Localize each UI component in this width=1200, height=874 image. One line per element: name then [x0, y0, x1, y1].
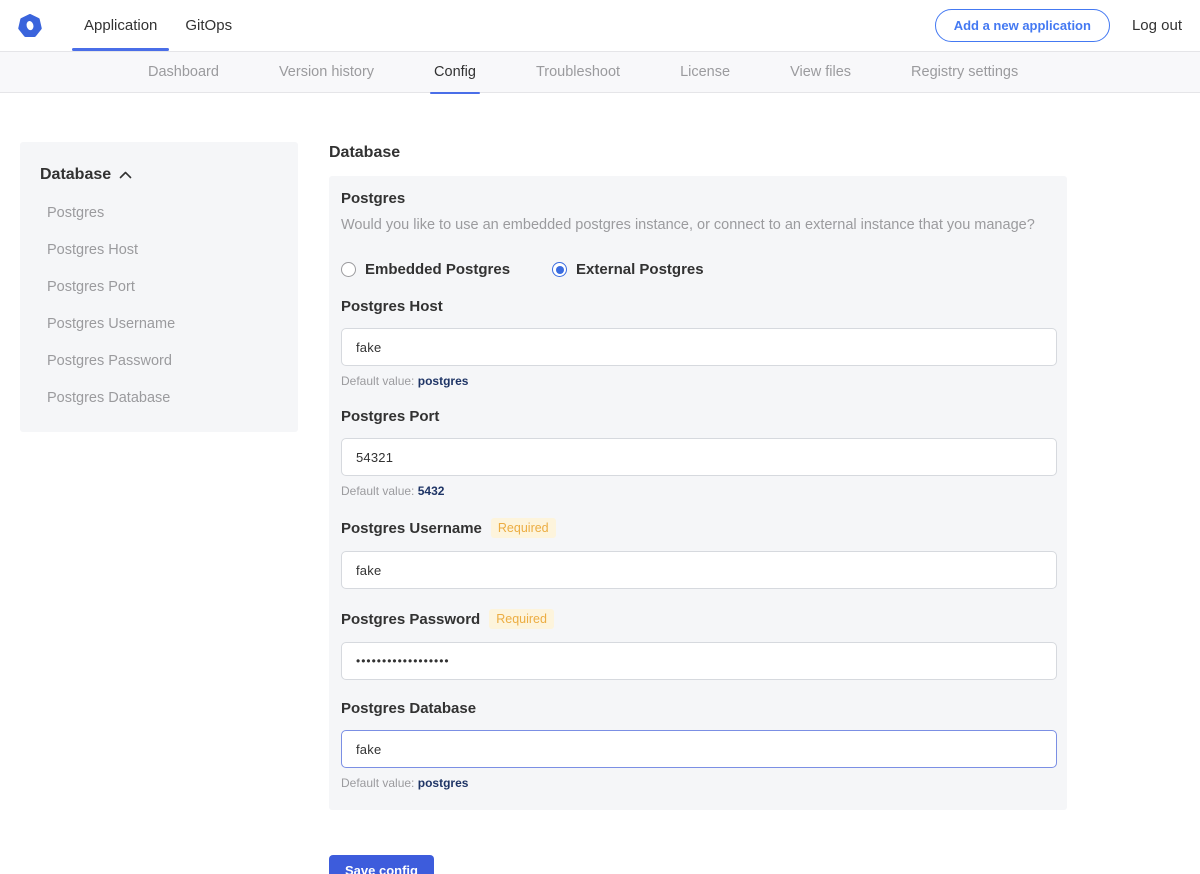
- postgres-port-input[interactable]: [341, 438, 1057, 476]
- add-application-button[interactable]: Add a new application: [935, 9, 1110, 42]
- postgres-database-input[interactable]: [341, 730, 1057, 768]
- postgres-radio-group: Embedded Postgres External Postgres: [341, 261, 1057, 278]
- sidebar-item-postgres-password[interactable]: Postgres Password: [40, 353, 278, 369]
- sidebar-group-database[interactable]: Database: [40, 166, 278, 184]
- subnav-tab-version-history[interactable]: Version history: [279, 51, 374, 93]
- save-config-button[interactable]: Save config: [329, 855, 434, 874]
- app-subnav: Dashboard Version history Config Trouble…: [0, 51, 1200, 93]
- sidebar-group-label: Database: [40, 166, 111, 184]
- default-value: 5432: [418, 484, 445, 498]
- postgres-host-label: Postgres Host: [341, 298, 443, 315]
- sidebar-item-postgres-host[interactable]: Postgres Host: [40, 242, 278, 258]
- postgres-port-default: Default value: 5432: [341, 484, 1057, 498]
- field-postgres-database: Postgres Database: [341, 700, 1057, 717]
- postgres-username-input[interactable]: [341, 551, 1057, 589]
- postgres-item-label: Postgres: [341, 190, 1057, 207]
- tab-gitops[interactable]: GitOps: [171, 0, 246, 51]
- chevron-up-icon: [119, 171, 132, 179]
- tab-application[interactable]: Application: [70, 0, 171, 51]
- postgres-host-default: Default value: postgres: [341, 374, 1057, 388]
- config-sidebar: Database Postgres Postgres Host Postgres…: [20, 142, 298, 432]
- postgres-host-input[interactable]: [341, 328, 1057, 366]
- radio-circle-icon: [552, 262, 567, 277]
- default-prefix: Default value:: [341, 374, 414, 388]
- subnav-tab-license[interactable]: License: [680, 51, 730, 93]
- postgres-password-label: Postgres Password: [341, 611, 480, 628]
- top-bar: Application GitOps Add a new application…: [0, 0, 1200, 51]
- subnav-tab-troubleshoot[interactable]: Troubleshoot: [536, 51, 620, 93]
- sidebar-item-postgres-database[interactable]: Postgres Database: [40, 390, 278, 406]
- postgres-database-label: Postgres Database: [341, 700, 476, 717]
- logout-button[interactable]: Log out: [1132, 17, 1182, 34]
- required-badge: Required: [491, 518, 556, 538]
- subnav-tab-registry-settings[interactable]: Registry settings: [911, 51, 1018, 93]
- field-postgres-username: Postgres Username Required: [341, 518, 1057, 538]
- config-group-title: Database: [329, 144, 1067, 162]
- sidebar-item-postgres-username[interactable]: Postgres Username: [40, 316, 278, 332]
- radio-embedded-postgres[interactable]: Embedded Postgres: [341, 261, 510, 278]
- subnav-tab-view-files[interactable]: View files: [790, 51, 851, 93]
- config-main: Database Postgres Would you like to use …: [329, 144, 1067, 874]
- sidebar-item-postgres-port[interactable]: Postgres Port: [40, 279, 278, 295]
- config-group-card: Postgres Would you like to use an embedd…: [329, 176, 1067, 810]
- default-prefix: Default value:: [341, 484, 414, 498]
- radio-embedded-postgres-label: Embedded Postgres: [365, 261, 510, 278]
- default-value: postgres: [418, 776, 469, 790]
- radio-external-postgres[interactable]: External Postgres: [552, 261, 704, 278]
- field-postgres-host: Postgres Host: [341, 298, 1057, 315]
- default-prefix: Default value:: [341, 776, 414, 790]
- postgres-username-label: Postgres Username: [341, 520, 482, 537]
- postgres-password-input[interactable]: [341, 642, 1057, 680]
- postgres-port-label: Postgres Port: [341, 408, 439, 425]
- required-badge: Required: [489, 609, 554, 629]
- postgres-help-text: Would you like to use an embedded postgr…: [341, 217, 1057, 233]
- field-postgres-port: Postgres Port: [341, 408, 1057, 425]
- default-value: postgres: [418, 374, 469, 388]
- subnav-tab-config[interactable]: Config: [434, 51, 476, 93]
- radio-circle-icon: [341, 262, 356, 277]
- sidebar-item-postgres[interactable]: Postgres: [40, 205, 278, 221]
- app-logo-icon: [18, 14, 42, 38]
- radio-external-postgres-label: External Postgres: [576, 261, 704, 278]
- postgres-database-default: Default value: postgres: [341, 776, 1057, 790]
- subnav-tab-dashboard[interactable]: Dashboard: [148, 51, 219, 93]
- field-postgres-password: Postgres Password Required: [341, 609, 1057, 629]
- config-page: Database Postgres Postgres Host Postgres…: [0, 93, 1200, 873]
